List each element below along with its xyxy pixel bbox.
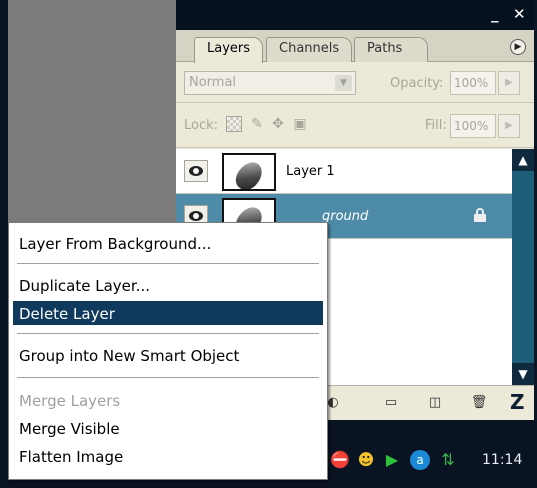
layer-name[interactable]: ground — [322, 209, 368, 224]
new-layer-icon[interactable]: ◫ — [426, 395, 444, 411]
tab-channels[interactable]: Channels — [266, 37, 353, 62]
play-icon[interactable]: ▶ — [382, 450, 402, 470]
minimize-icon[interactable]: _ — [491, 7, 499, 22]
menu-separator — [17, 333, 319, 334]
fill-label: Fill: — [425, 118, 447, 133]
scroll-up-icon[interactable]: ▲ — [512, 149, 534, 171]
clock[interactable]: 11:14 — [482, 452, 522, 468]
opacity-slider-icon[interactable]: ▶ — [498, 71, 520, 95]
eye-icon — [189, 166, 203, 176]
menu-item-group-smart-object[interactable]: Group into New Smart Object — [13, 343, 323, 367]
visibility-toggle[interactable] — [184, 160, 208, 182]
menu-item-delete-layer[interactable]: Delete Layer — [13, 301, 323, 325]
chevron-down-icon[interactable]: ▼ — [335, 75, 352, 91]
opacity-label: Opacity: — [390, 76, 444, 91]
lock-icon — [474, 208, 486, 222]
layer-thumbnail — [222, 153, 276, 191]
fill-input[interactable]: 100% — [450, 114, 496, 138]
lock-transparent-icon[interactable] — [226, 116, 242, 132]
desktop-edge — [0, 0, 8, 488]
sync-icon[interactable]: ⇅ — [438, 450, 458, 470]
blend-mode-select[interactable]: Normal ▼ — [184, 71, 356, 95]
tab-paths[interactable]: Paths — [354, 37, 428, 62]
layer-context-menu: Layer From Background... Duplicate Layer… — [8, 222, 328, 480]
menu-separator — [17, 263, 319, 264]
lock-move-icon[interactable]: ✥ — [270, 116, 286, 132]
panel-tabs: Channels Paths Layers ▶ — [176, 30, 534, 63]
mouse-image-icon — [231, 157, 267, 189]
canvas-area — [8, 0, 176, 222]
blend-row: Normal ▼ Opacity: 100% ▶ — [176, 63, 534, 103]
lock-all-icon[interactable]: ▣ — [292, 116, 308, 132]
eye-icon — [189, 211, 203, 221]
layer-scrollbar[interactable]: ▲ ▼ — [512, 149, 534, 385]
network-icon[interactable]: ⛔ — [330, 450, 350, 470]
close-icon[interactable]: ✕ — [513, 7, 526, 22]
circle-a-icon[interactable]: a — [410, 450, 430, 470]
messenger-icon[interactable]: ☻ — [356, 450, 376, 470]
trash-icon[interactable]: 🗑 — [470, 395, 488, 411]
menu-item-layer-from-background[interactable]: Layer From Background... — [13, 231, 323, 255]
new-group-icon[interactable]: ▭ — [382, 395, 400, 411]
scroll-down-icon[interactable]: ▼ — [512, 363, 534, 385]
layer-name[interactable]: Layer 1 — [286, 164, 335, 179]
menu-separator — [17, 377, 319, 378]
panel-titlebar: _ ✕ — [176, 0, 534, 30]
lock-row: Lock: ✎ ✥ ▣ Fill: 100% ▶ — [176, 104, 534, 148]
menu-item-merge-layers[interactable]: Merge Layers — [13, 388, 323, 412]
menu-item-flatten-image[interactable]: Flatten Image — [13, 444, 323, 468]
fill-slider-icon[interactable]: ▶ — [498, 114, 520, 138]
opacity-input[interactable]: 100% — [450, 71, 496, 95]
lock-brush-icon[interactable]: ✎ — [249, 116, 265, 132]
system-tray: ⛔ ☻ ▶ a ⇅ 11:14 — [318, 442, 537, 482]
panel-menu-icon[interactable]: ▶ — [510, 39, 526, 55]
layer-row[interactable]: Layer 1 — [176, 149, 512, 194]
z-icon: Z — [510, 390, 525, 414]
menu-item-merge-visible[interactable]: Merge Visible — [13, 416, 323, 440]
lock-label: Lock: — [184, 118, 219, 133]
menu-item-duplicate-layer[interactable]: Duplicate Layer... — [13, 273, 323, 297]
tab-layers[interactable]: Layers — [194, 37, 264, 63]
blend-mode-value: Normal — [189, 75, 237, 90]
